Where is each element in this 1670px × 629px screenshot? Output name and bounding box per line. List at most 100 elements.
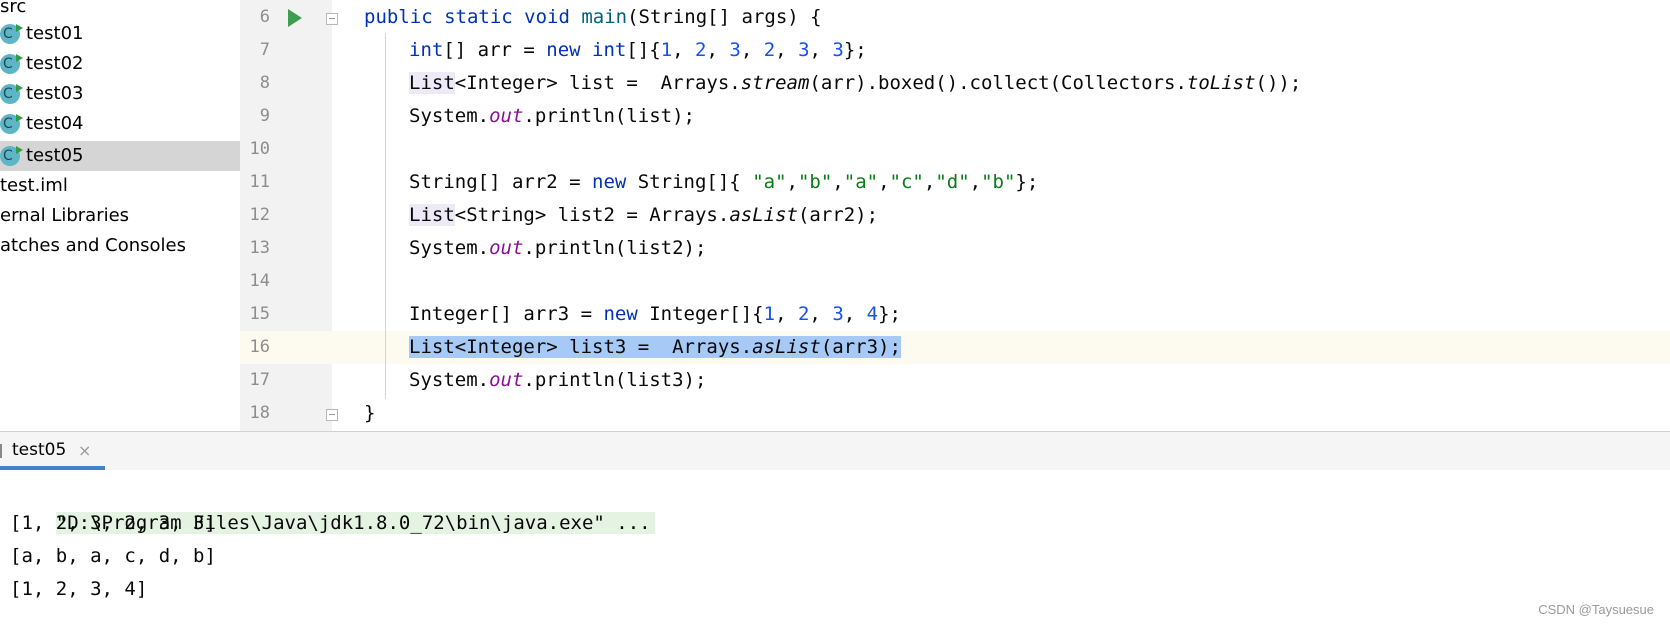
code-token: new xyxy=(592,171,638,193)
code-token: asList xyxy=(729,204,798,226)
code-token: "b" xyxy=(981,171,1016,193)
close-icon[interactable]: × xyxy=(78,442,91,460)
tab-edge-divider xyxy=(0,444,2,458)
line-number: 10 xyxy=(249,139,270,159)
code-token: asList xyxy=(752,336,821,358)
code-line[interactable]: public static void main(String[] args) { xyxy=(364,1,822,34)
code-token: out xyxy=(489,369,524,391)
tree-item-label: test.iml xyxy=(0,175,68,196)
run-tab-label: test05 xyxy=(12,440,67,460)
code-line[interactable]: } xyxy=(364,397,375,430)
code-token: , xyxy=(706,39,730,61)
code-token: (String[] args) { xyxy=(627,6,822,28)
run-tab-bar: test05 × xyxy=(0,432,1670,470)
code-token: System. xyxy=(409,237,490,259)
code-line[interactable]: System.out.println(list3); xyxy=(409,364,706,397)
line-number: 12 xyxy=(249,205,270,225)
run-tab-test05[interactable]: test05 × xyxy=(0,432,105,470)
run-tool-window: test05 × "D:\Program Files\Java\jdk1.8.0… xyxy=(0,431,1670,629)
tree-item-test05[interactable]: C test05 xyxy=(0,141,240,171)
code-token: System. xyxy=(409,105,490,127)
code-line[interactable]: Integer[] arr3 = new Integer[]{1, 2, 3, … xyxy=(409,298,901,331)
code-line[interactable]: List<Integer> list3 = Arrays.asList(arr3… xyxy=(409,331,901,364)
watermark: CSDN @Taysuesue xyxy=(1538,602,1654,617)
console-command-line: "D:\Program Files\Java\jdk1.8.0_72\bin\j… xyxy=(10,474,655,534)
line-number: 11 xyxy=(249,172,270,192)
line-number: 14 xyxy=(249,271,270,291)
code-token: "a" xyxy=(843,171,879,193)
code-token: }; xyxy=(843,39,867,61)
code-token: , xyxy=(843,303,867,325)
code-line[interactable]: int[] arr = new int[]{1, 2, 3, 2, 3, 3}; xyxy=(409,34,867,67)
line-number: 6 xyxy=(259,7,270,27)
code-token: toList xyxy=(1186,72,1256,94)
code-token: new xyxy=(603,303,650,325)
line-number: 15 xyxy=(249,304,270,324)
project-tree: src C test01 C test02 C test03 C test04 … xyxy=(0,0,240,431)
code-token: "c" xyxy=(889,171,924,193)
code-token: , xyxy=(672,39,696,61)
tree-item-label: test05 xyxy=(26,145,84,166)
code-token: , xyxy=(809,303,833,325)
line-number: 13 xyxy=(249,238,270,258)
fold-end-icon[interactable] xyxy=(326,409,338,421)
code-token: [] arr = xyxy=(443,39,547,61)
code-token: out xyxy=(489,105,524,127)
code-token: System. xyxy=(409,369,490,391)
code-token: "d" xyxy=(935,171,970,193)
tree-item-label: ernal Libraries xyxy=(0,205,130,226)
tree-item-test02[interactable]: C test02 xyxy=(0,49,240,79)
code-line[interactable]: List<Integer> list = Arrays.stream(arr).… xyxy=(409,67,1301,100)
java-class-icon: C xyxy=(0,146,23,166)
line-number: 8 xyxy=(259,73,270,93)
code-token: 3 xyxy=(798,39,810,61)
code-token: .println(list2); xyxy=(523,237,707,259)
tree-item-test03[interactable]: C test03 xyxy=(0,79,240,109)
code-token: , xyxy=(740,39,764,61)
tree-item-test01[interactable]: C test01 xyxy=(0,19,240,49)
code-token: public static void xyxy=(364,6,582,28)
code-token: []{ xyxy=(626,39,661,61)
active-tab-indicator xyxy=(0,466,105,470)
code-token: 1 xyxy=(763,303,776,325)
code-token: "a" xyxy=(752,171,787,193)
tree-item-label: test01 xyxy=(26,23,84,44)
code-token: .println(list3); xyxy=(523,369,707,391)
indent-guide xyxy=(385,33,386,399)
tree-item-test04[interactable]: C test04 xyxy=(0,109,240,139)
code-token: main xyxy=(581,6,628,28)
code-line[interactable]: String[] arr2 = new String[]{ "a","b","a… xyxy=(409,166,1038,199)
code-token: int xyxy=(409,39,444,61)
code-line[interactable]: List<String> list2 = Arrays.asList(arr2)… xyxy=(409,199,878,232)
code-token: 1 xyxy=(660,39,673,61)
code-token: new int xyxy=(546,39,627,61)
console-output-line: [a, b, a, c, d, b] xyxy=(10,545,216,567)
line-number: 18 xyxy=(249,403,270,423)
code-token: , xyxy=(969,171,982,193)
code-line[interactable]: System.out.println(list); xyxy=(409,100,695,133)
code-token: (arr3); xyxy=(820,336,901,358)
tree-item-scratches-and-consoles[interactable]: atches and Consoles xyxy=(0,231,240,261)
line-number: 9 xyxy=(259,106,270,126)
tree-item-label: test03 xyxy=(26,83,84,104)
code-token: , xyxy=(786,171,798,193)
console-output-line: [1, 2, 3, 2, 3, 3] xyxy=(10,512,216,534)
code-token: String[] arr2 = xyxy=(409,171,593,193)
code-token: } xyxy=(364,402,376,424)
tree-item-external-libraries[interactable]: ernal Libraries xyxy=(0,201,240,231)
code-token: (arr).boxed().collect(Collectors. xyxy=(809,72,1187,94)
code-token: }; xyxy=(878,303,901,325)
code-token: , xyxy=(775,39,799,61)
fold-method-icon[interactable] xyxy=(326,13,338,25)
java-class-icon: C xyxy=(0,84,23,104)
code-line[interactable]: System.out.println(list2); xyxy=(409,232,706,265)
tree-item-label: test04 xyxy=(26,113,84,134)
tree-item-test-iml[interactable]: test.iml xyxy=(0,171,240,201)
code-token: , xyxy=(775,303,798,325)
code-editor[interactable]: 6 public static void main(String[] args) … xyxy=(240,0,1670,431)
java-class-icon: C xyxy=(0,24,23,44)
code-token: , xyxy=(878,171,890,193)
code-token: 4 xyxy=(866,303,879,325)
line-number: 7 xyxy=(259,40,270,60)
run-main-icon[interactable] xyxy=(288,9,302,27)
